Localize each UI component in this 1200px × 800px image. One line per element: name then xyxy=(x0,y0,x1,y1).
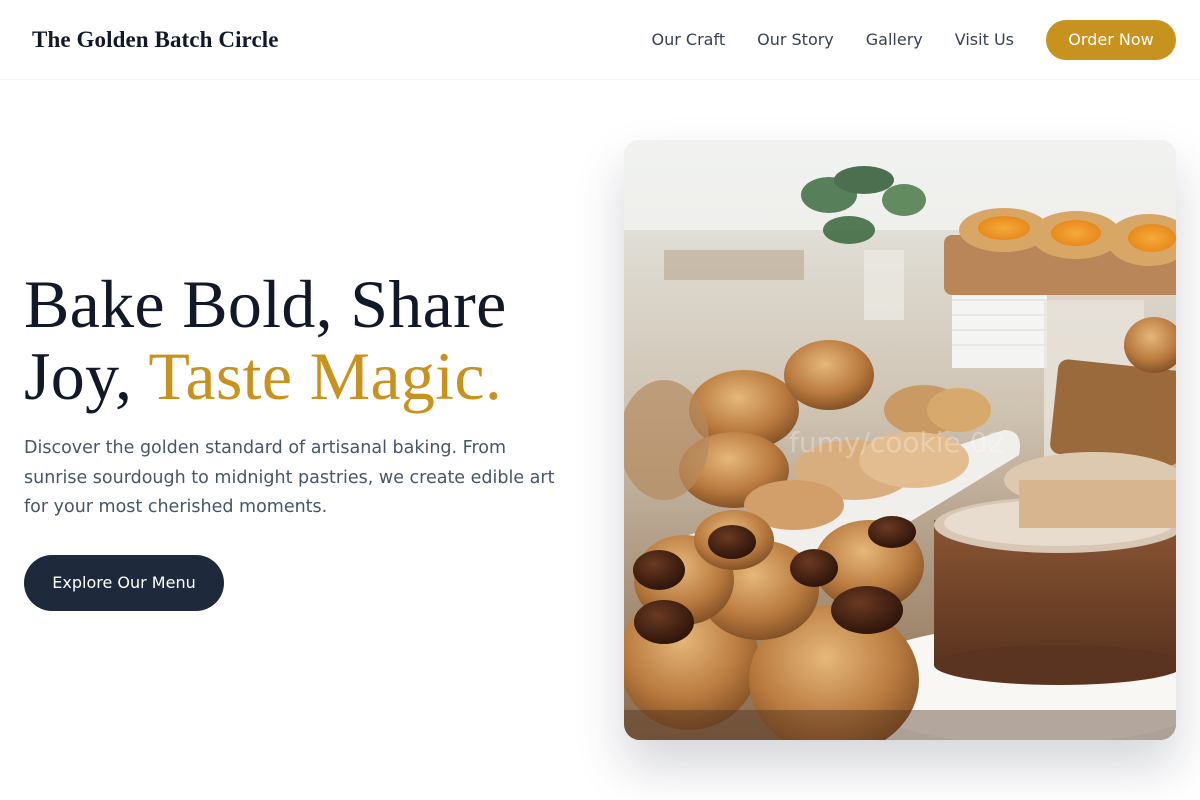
hero-title-accent: Taste Magic. xyxy=(148,338,503,414)
brand-logo[interactable]: The Golden Batch Circle xyxy=(32,27,279,53)
nav-link-gallery[interactable]: Gallery xyxy=(866,30,923,49)
image-watermark: fumy/cookie 02 xyxy=(789,426,1005,459)
hero-title-line2: Joy, xyxy=(24,338,149,414)
nav-link-our-craft[interactable]: Our Craft xyxy=(652,30,726,49)
nav-link-our-story[interactable]: Our Story xyxy=(757,30,834,49)
hero-description: Discover the golden standard of artisana… xyxy=(24,438,555,517)
hero-pastry-image: fumy/cookie 02 xyxy=(624,140,1176,740)
explore-menu-button[interactable]: Explore Our Menu xyxy=(24,554,224,611)
hero-title: Bake Bold, Share Joy, Taste Magic. xyxy=(24,268,564,412)
pastry-photo: fumy/cookie 02 xyxy=(624,140,1176,740)
site-header: The Golden Batch Circle Our Craft Our St… xyxy=(0,0,1200,80)
hero-section: Bake Bold, Share Joy, Taste Magic. Disco… xyxy=(24,268,564,611)
main-nav: Our Craft Our Story Gallery Visit Us Ord… xyxy=(652,19,1176,60)
hero-title-line1: Bake Bold, Share xyxy=(24,266,507,342)
order-now-button[interactable]: Order Now xyxy=(1046,19,1176,60)
nav-link-visit-us[interactable]: Visit Us xyxy=(955,30,1014,49)
